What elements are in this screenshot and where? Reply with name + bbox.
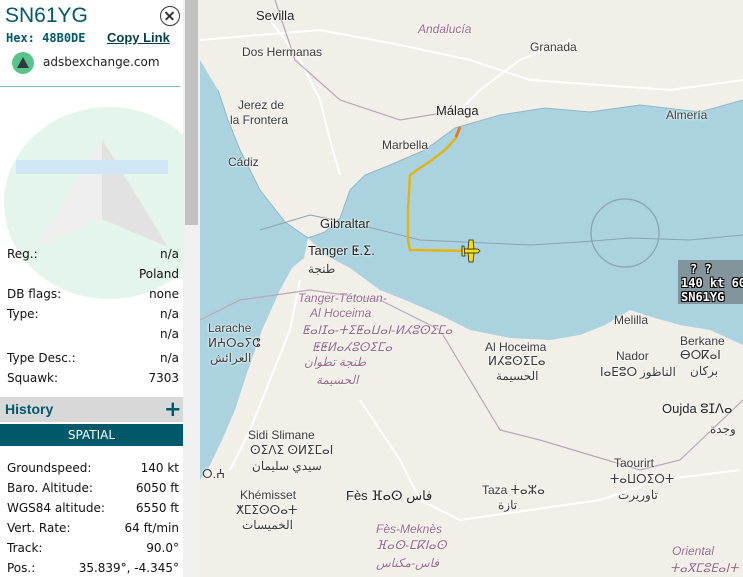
map-label-oujda-arabic: وجدة — [710, 422, 736, 436]
detail-row-registration: Reg.: n/a — [7, 247, 179, 261]
map-label-region-tta-3: ⵟⴰⵏⵊⴰ-ⵜⵉⵟⴰⵡⴰⵏ-ⵍⵃⵓⵙⵉⵎⴰ — [302, 323, 453, 337]
map-label-larache-tifinagh: ⵍⵄⵔⴰⵢⵛ — [208, 336, 261, 350]
adsbexchange-logo-icon — [12, 52, 34, 74]
spatial-row-groundspeed: Groundspeed: 140 kt — [7, 461, 179, 475]
mediterranean-sea — [308, 100, 743, 345]
map-label-taza: Taza ⵜⴰⵣⴰ — [482, 483, 545, 497]
map-label-marbella: Marbella — [382, 138, 429, 152]
map-label-nador-arabic: الناظور — [640, 365, 676, 379]
map-label-taza-arabic: تازة — [498, 498, 518, 512]
map-label-almeria: Almería — [666, 108, 708, 122]
map-label-fes-meknes-tifinagh: ⴼⴰⵙ-ⵎⴽⵏⴰⵙ — [376, 538, 447, 552]
map-label-dos-hermanas: Dos Hermanas — [242, 45, 323, 59]
hex-label: Hex: — [6, 31, 35, 45]
map-label-berkane: Berkane — [680, 334, 725, 348]
map-label-nador: Nador — [616, 349, 649, 363]
map-label-larache: Larache — [208, 321, 252, 335]
plane-label-line3: SN61YG — [681, 290, 725, 304]
history-label: History — [5, 401, 54, 417]
spatial-row-wgs84-altitude: WGS84 altitude: 6550 ft — [7, 501, 179, 515]
hex-row: Hex: 48B0DE — [6, 31, 86, 45]
map-label-khemisset-tifinagh: ⵅⵎⵉⵙⵙⴰⵜ — [236, 503, 298, 517]
map-label-fes-meknes: Fès-Meknès — [376, 522, 443, 536]
detail-row-squawk: Squawk: 7303 — [7, 371, 179, 385]
map-label-berkane-tifinagh: ⴱⵔⴽⴰⵏ — [680, 348, 721, 362]
map-label-jerez-1: Jerez de — [238, 98, 285, 112]
map-label-region-tta-5: طنجة تطوان — [304, 355, 367, 369]
map-label-khemisset: Khémisset — [240, 488, 297, 502]
header-divider — [0, 86, 180, 87]
sidebar-scrollbar[interactable] — [183, 0, 200, 577]
map-label-taourirt-tifinagh: ⵜⴰⵡⵔⵉⵔⵜ — [610, 472, 675, 486]
plane-label-line1: ? ? — [690, 262, 712, 276]
map-label-oujda: Oujda ⵓⵊⴷⴰ — [662, 401, 733, 416]
spatial-row-track: Track: 90.0° — [7, 541, 179, 555]
history-section-toggle[interactable]: History + — [0, 397, 183, 422]
border-line — [274, 0, 461, 121]
spatial-row-baro-altitude: Baro. Altitude: 6050 ft — [7, 481, 179, 495]
detail-row-type: Type: n/a — [7, 307, 179, 321]
spatial-row-position: Pos.: 35.839°, -4.345° — [7, 561, 179, 575]
detail-row-db-flags: DB flags: none — [7, 287, 179, 301]
scrollbar-thumb[interactable] — [185, 0, 198, 225]
map-label-taourirt-arabic: تاوريرت — [618, 488, 658, 502]
spatial-section-header: SPATIAL — [0, 424, 183, 446]
map-label-malaga: Málaga — [436, 103, 479, 118]
spatial-row-vert-rate: Vert. Rate: 64 ft/min — [7, 521, 179, 535]
map-label-berkane-arabic: بركان — [690, 364, 719, 378]
map-label-tanger-arabic: طنجة — [308, 262, 336, 276]
detail-row-type-extra: n/a — [159, 327, 179, 341]
map-label-tanger: Tanger ⵟ.ⵉ. — [308, 243, 375, 258]
map-label-region-tta-2: Al Hoceima — [310, 306, 372, 320]
map-label-sevilla: Sevilla — [256, 8, 295, 23]
aircraft-map-label[interactable]: ? ? 140 kt 6050 ft SN61YG — [678, 260, 743, 304]
map-label-region-tta-6: الحسيمة — [316, 373, 359, 387]
hex-value: 48B0DE — [42, 31, 86, 45]
map-label-gibraltar: Gibraltar — [320, 216, 370, 231]
plane-label-line2: 140 kt 6050 ft — [681, 276, 743, 290]
map-label-oriental: Oriental — [672, 544, 715, 558]
map-view[interactable]: Sevilla Dos Hermanas Andalucía Granada J… — [200, 0, 743, 577]
map-label-jerez-2: la Frontera — [230, 113, 289, 127]
map-label-fes: Fès ⴼⴰⵙ فاس — [346, 488, 433, 503]
map-label-granada: Granada — [530, 40, 577, 54]
map-label-al-hoceima: Al Hoceima — [485, 340, 547, 354]
aircraft-callsign: SN61YG — [5, 4, 88, 27]
map-label-melilla: Melilla — [614, 313, 649, 327]
map-label-andalucia: Andalucía — [418, 22, 472, 36]
map-label-khemisset-arabic: الخميسات — [242, 518, 293, 532]
map-label-nador-tifinagh: ⵏⴰⴹⵓⵔ — [600, 365, 638, 379]
expand-plus-icon[interactable]: + — [164, 398, 182, 420]
map-label-sidi-slimane: Sidi Slimane — [248, 428, 315, 442]
map-label-al-hoceima-tifinagh: ⵍⵃⵓⵙⵉⵎⴰ — [488, 354, 546, 368]
map-label-al-hoceima-arabic: الحسيمة — [496, 369, 539, 383]
detail-row-type-desc: Type Desc.: n/a — [7, 351, 179, 365]
map-label-sidi-slimane-tifinagh: ⵙⵉⴷⵉ ⵙⵍⵉⵎⴰⵏ — [250, 443, 334, 457]
map-label-fes-meknes-arabic: فاس-مكناس — [376, 556, 440, 570]
map-label-sidi-slimane-arabic: سيدي سليمان — [252, 459, 322, 473]
close-icon[interactable] — [160, 6, 180, 26]
map-label-cadiz: Cádiz — [228, 155, 259, 169]
aircraft-info-sidebar: SN61YG Hex: 48B0DE Copy Link adsbexchang… — [0, 0, 200, 577]
map-label-taourirt: Taourirt — [614, 456, 655, 470]
road — [200, 28, 743, 92]
detail-row-country: Poland — [138, 267, 179, 281]
map-label-region-tta-4: ⵟⵟⵍⴰⵃⵓⵙⵉⵎⴰ — [312, 340, 393, 354]
map-label-larache-arabic: العرائش — [210, 351, 252, 365]
data-source-link[interactable]: adsbexchange.com — [43, 55, 160, 69]
map-label-oriental-tifinagh: ⵜⴰⴳⵎⵓⴹⴰⵏⵜ — [670, 561, 739, 575]
copy-link-button[interactable]: Copy Link — [107, 30, 170, 45]
map-label-region-tta-1: Tanger-Tétouan- — [298, 291, 387, 305]
map-label-edge-fragment: ⵔ.ⵄ — [202, 467, 226, 481]
